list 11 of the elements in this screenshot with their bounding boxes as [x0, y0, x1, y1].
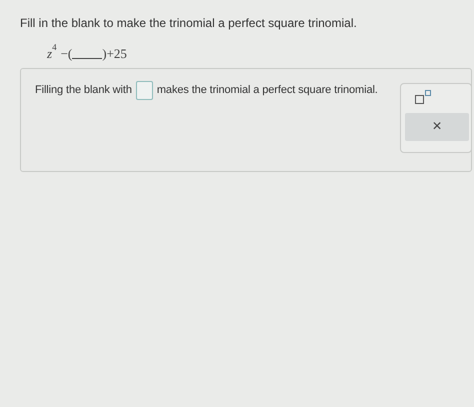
answer-input[interactable]: [136, 81, 153, 100]
exponent-text: 4: [52, 40, 57, 54]
question-text: Fill in the blank to make the trinomial a perfect square trinomial.: [20, 15, 357, 32]
answer-sentence-text: Filling the blank with: [35, 83, 132, 98]
blank-line: [72, 58, 102, 59]
answer-sentence-text: makes the trinomial a perfect square trinomial.: [156, 83, 378, 98]
operator-text: )+25: [102, 44, 127, 63]
operator-text: −(: [60, 44, 72, 63]
variable-text: z: [47, 46, 52, 62]
superscript-icon[interactable]: [415, 90, 431, 104]
close-button[interactable]: ×: [405, 113, 469, 141]
